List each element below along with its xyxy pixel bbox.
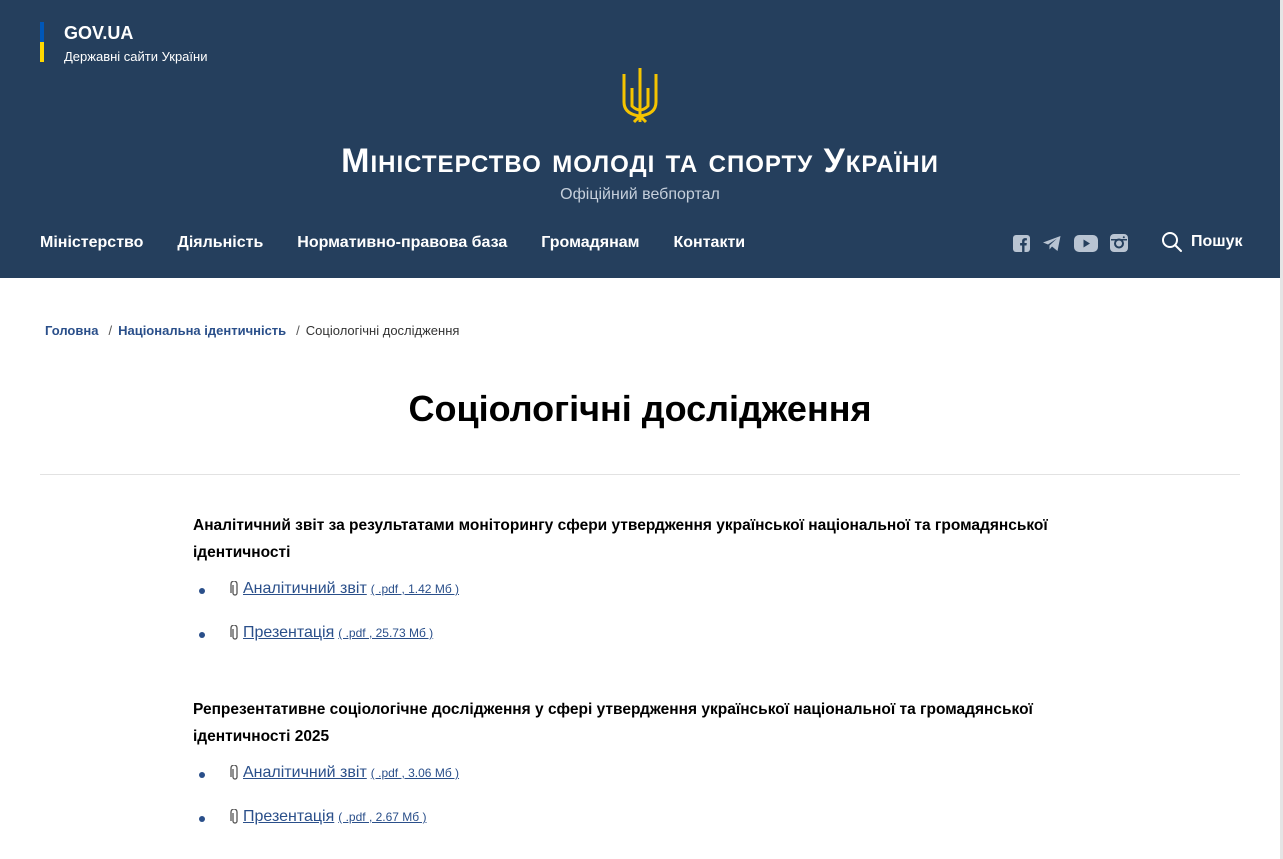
section-title: Аналітичний звіт за результатами монітор…: [193, 517, 1048, 561]
list-item: Аналітичний звіт ( .pdf , 3.06 Мб ): [193, 764, 1053, 808]
section-title: Репрезентативне соціологічне дослідження…: [193, 701, 1033, 745]
breadcrumb-separator: /: [296, 323, 300, 338]
nav-item-activity[interactable]: Діяльність: [177, 234, 263, 252]
telegram-icon[interactable]: [1042, 235, 1062, 252]
site-subtitle: Офіційний вебпортал: [560, 186, 720, 203]
paperclip-icon: [230, 625, 238, 640]
page-title: Соціологічні дослідження: [408, 388, 872, 429]
divider: [40, 474, 1240, 475]
instagram-icon[interactable]: [1110, 234, 1128, 252]
file-link[interactable]: Аналітичний звіт: [243, 580, 367, 598]
file-meta[interactable]: ( .pdf , 1.42 Мб ): [371, 582, 459, 596]
main-content: Аналітичний звіт за результатами монітор…: [193, 512, 1053, 859]
breadcrumb-current: Соціологічні дослідження: [305, 323, 460, 338]
nav-item-citizens[interactable]: Громадянам: [541, 234, 639, 252]
paperclip-icon: [230, 765, 238, 780]
site-header: GOV.UA Державні сайти України Міністерст…: [0, 0, 1280, 278]
file-meta[interactable]: ( .pdf , 25.73 Мб ): [338, 626, 433, 640]
search-icon: [1162, 232, 1182, 252]
list-item: Презентація ( .pdf , 2.67 Мб ): [193, 808, 1053, 852]
file-link[interactable]: Презентація: [243, 808, 334, 826]
nav-item-contacts[interactable]: Контакти: [674, 234, 746, 252]
search-button[interactable]: Пошук: [1161, 231, 1243, 253]
bullet: [199, 588, 205, 594]
file-list: Аналітичний звіт ( .pdf , 1.42 Мб ) През…: [193, 580, 1053, 668]
trident-icon[interactable]: [620, 66, 660, 126]
breadcrumb-national-identity[interactable]: Національна ідентичність: [118, 323, 286, 338]
youtube-icon[interactable]: [1074, 234, 1098, 252]
file-link[interactable]: Аналітичний звіт: [243, 764, 367, 782]
breadcrumb: Головна / Національна ідентичність / Соц…: [45, 323, 459, 338]
file-meta[interactable]: ( .pdf , 2.67 Мб ): [338, 810, 426, 824]
govua-subtitle: Державні сайти України: [64, 49, 208, 64]
nav-item-ministry[interactable]: Міністерство: [40, 234, 143, 252]
search-label: Пошук: [1191, 233, 1243, 250]
breadcrumb-separator: /: [108, 323, 113, 338]
facebook-icon[interactable]: [1013, 234, 1030, 252]
file-link[interactable]: Презентація: [243, 624, 334, 642]
nav-item-legal-base[interactable]: Нормативно-правова база: [297, 234, 507, 252]
flag-bar: [40, 22, 44, 62]
bullet: [199, 632, 205, 638]
govua-title: GOV.UA: [64, 23, 134, 43]
social-links: [1013, 234, 1128, 252]
list-item: Презентація ( .pdf , 25.73 Мб ): [193, 624, 1053, 668]
paperclip-icon: [230, 809, 238, 824]
paperclip-icon: [230, 581, 238, 596]
bullet: [199, 772, 205, 778]
breadcrumb-home[interactable]: Головна: [45, 323, 98, 338]
site-title: Міністерство молоді та спорту України: [341, 142, 939, 180]
list-item: Аналітичний звіт ( .pdf , 1.42 Мб ): [193, 580, 1053, 624]
file-meta[interactable]: ( .pdf , 3.06 Мб ): [371, 766, 459, 780]
file-list: Аналітичний звіт ( .pdf , 3.06 Мб ) През…: [193, 764, 1053, 852]
bullet: [199, 816, 205, 822]
main-nav: Міністерство Діяльність Нормативно-право…: [40, 234, 745, 252]
